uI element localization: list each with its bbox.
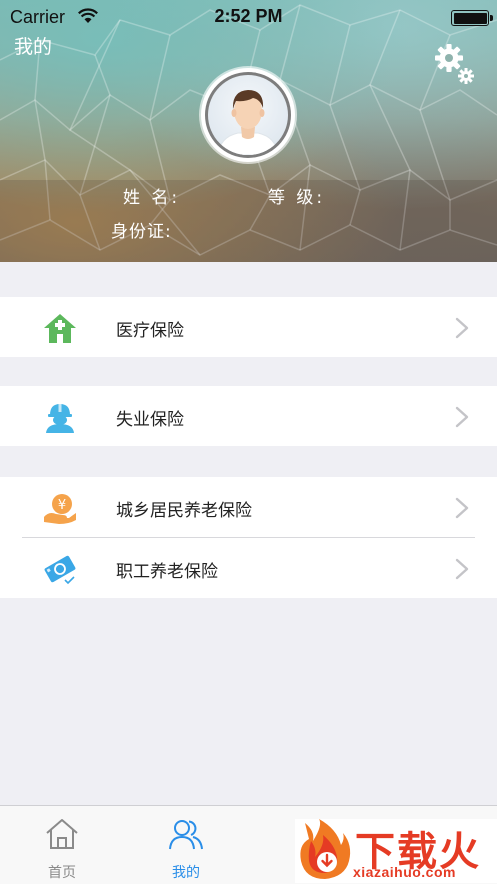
menu-item-label: 职工养老保险 <box>116 562 218 582</box>
menu-item-medical-insurance[interactable]: 医疗保险 <box>0 297 497 357</box>
home-icon <box>46 819 78 849</box>
watermark-logo: 下载火 xiazaihuo.com <box>295 819 497 883</box>
house-cross-icon <box>44 314 76 343</box>
menu-group-pension: ¥ 城乡居民养老保险 职工养老保险 <box>0 477 497 598</box>
chevron-right-icon <box>455 497 469 519</box>
menu-item-employee-pension[interactable]: 职工养老保险 <box>0 538 497 598</box>
avatar[interactable] <box>201 68 295 162</box>
menu-group-medical: 医疗保险 <box>0 297 497 357</box>
profile-header: Carrier 2:52 PM 我的 姓 名: 等 级: 身份证: <box>0 0 497 262</box>
watermark-url: xiazaihuo.com <box>353 864 456 880</box>
battery-icon <box>451 10 493 26</box>
menu-item-label: 医疗保险 <box>116 321 184 341</box>
worker-helmet-icon <box>46 403 74 433</box>
flame-logo-icon <box>300 819 351 879</box>
tab-label: 我的 <box>172 865 200 881</box>
tab-label: 首页 <box>48 865 76 881</box>
tab-home[interactable]: 首页 <box>0 806 124 884</box>
page-title: 我的 <box>14 36 53 58</box>
level-label: 等 级: <box>268 188 326 208</box>
status-bar: Carrier 2:52 PM <box>0 0 497 34</box>
tab-mine[interactable]: 我的 <box>124 806 248 884</box>
chevron-right-icon <box>455 317 469 339</box>
svg-text:¥: ¥ <box>58 498 66 513</box>
menu-item-label: 城乡居民养老保险 <box>116 501 252 521</box>
menu-group-unemployment: 失业保险 <box>0 386 497 446</box>
menu-item-label: 失业保险 <box>116 410 184 430</box>
card-check-icon <box>44 555 76 585</box>
menu-item-resident-pension[interactable]: ¥ 城乡居民养老保险 <box>0 477 497 537</box>
gear-icon <box>435 44 474 84</box>
chevron-right-icon <box>455 558 469 580</box>
menu-item-unemployment-insurance[interactable]: 失业保险 <box>0 386 497 446</box>
user-avatar-icon <box>217 90 279 155</box>
settings-button[interactable] <box>432 42 476 86</box>
chevron-right-icon <box>455 406 469 428</box>
name-label: 姓 名: <box>123 188 181 208</box>
clock: 2:52 PM <box>214 6 283 26</box>
id-label: 身份证: <box>111 222 172 242</box>
users-icon <box>169 820 203 850</box>
yuan-hand-icon: ¥ <box>44 494 76 524</box>
